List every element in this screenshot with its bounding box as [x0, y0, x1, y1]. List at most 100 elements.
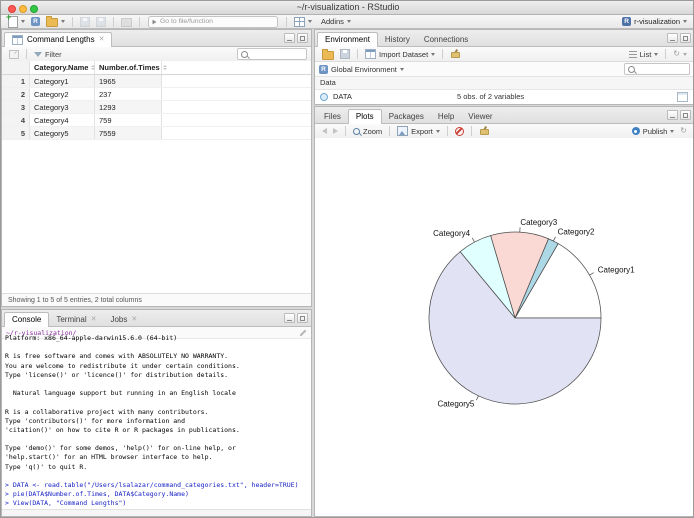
- tab-jobs[interactable]: Jobs ✕: [103, 313, 144, 326]
- maximize-panel-button[interactable]: [680, 110, 691, 120]
- tab-command-lengths[interactable]: Command Lengths ✕: [4, 32, 113, 47]
- dataframe-object-icon: [320, 92, 328, 101]
- tab-viewer[interactable]: Viewer: [461, 110, 499, 123]
- sort-icon: [162, 65, 167, 70]
- workspace-panes-button[interactable]: [291, 16, 315, 28]
- print-button[interactable]: [118, 16, 135, 28]
- table-row[interactable]: 2 Category2 237: [2, 88, 311, 101]
- r-environment-icon: R: [319, 64, 328, 74]
- plots-panel: Files Plots Packages Help Viewer Zoom Ex…: [314, 106, 693, 517]
- previous-plot-button[interactable]: [319, 125, 330, 137]
- table-row[interactable]: 4 Category4 759: [2, 114, 311, 127]
- tab-files[interactable]: Files: [317, 110, 348, 123]
- project-cube-icon: R: [31, 17, 40, 26]
- console-line: Platform: x86_64-apple-darwin15.6.0 (64-…: [5, 334, 178, 342]
- pie-label-Category3: Category3: [520, 218, 557, 227]
- console-tabbar: Console Terminal ✕ Jobs ✕: [2, 310, 311, 327]
- close-tab-icon[interactable]: ✕: [99, 33, 105, 47]
- viewer-search-input[interactable]: [237, 48, 307, 60]
- console-line: R is a collaborative project with many c…: [5, 407, 209, 416]
- console-output[interactable]: Platform: x86_64-apple-darwin15.6.0 (64-…: [2, 334, 311, 510]
- export-image-icon: [397, 126, 409, 136]
- load-workspace-button[interactable]: [319, 48, 337, 60]
- popout-view-button[interactable]: [6, 48, 22, 60]
- pie-label-Category5: Category5: [437, 399, 474, 408]
- table-row[interactable]: 1 Category1 1965: [2, 75, 311, 88]
- tab-console[interactable]: Console: [4, 312, 50, 327]
- clear-workspace-button[interactable]: [447, 48, 462, 60]
- refresh-environment-button[interactable]: ↻: [670, 48, 690, 60]
- minimize-panel-button[interactable]: [284, 33, 295, 43]
- tab-help[interactable]: Help: [431, 110, 461, 123]
- chevron-down-icon: [346, 20, 351, 23]
- save-workspace-button[interactable]: [337, 48, 353, 60]
- environment-search-input[interactable]: [624, 63, 690, 75]
- tab-connections[interactable]: Connections: [417, 33, 475, 46]
- new-file-button[interactable]: [5, 12, 28, 28]
- remove-plot-button[interactable]: [452, 125, 467, 137]
- toolbar-separator: [446, 126, 448, 136]
- project-menu-button[interactable]: R r-visualization: [622, 17, 691, 26]
- project-name: r-visualization: [634, 17, 680, 26]
- table-cell: 5: [2, 127, 30, 139]
- table-cell: 1965: [95, 75, 162, 87]
- close-tab-icon[interactable]: ✕: [91, 313, 97, 326]
- column-header-name[interactable]: Category.Name: [30, 61, 96, 74]
- list-view-button[interactable]: List: [626, 48, 662, 60]
- tab-history[interactable]: History: [378, 33, 417, 46]
- close-tab-icon[interactable]: ✕: [131, 313, 137, 326]
- plots-tabbar: Files Plots Packages Help Viewer: [315, 107, 693, 124]
- minimize-panel-button[interactable]: [667, 33, 678, 43]
- new-project-button[interactable]: R: [28, 16, 43, 28]
- open-file-button[interactable]: [43, 16, 68, 28]
- titlebar: ~/r-visualization - RStudio: [1, 1, 693, 15]
- environment-panel: Environment History Connections Import D…: [314, 29, 693, 105]
- environment-scope-row: R Global Environment: [315, 62, 693, 77]
- chevron-down-icon: [683, 20, 687, 23]
- column-header-times[interactable]: Number.of.Times: [95, 61, 167, 74]
- maximize-panel-button[interactable]: [297, 33, 308, 43]
- help-tab-label: Help: [437, 112, 455, 121]
- table-row[interactable]: 3 Category3 1293: [2, 101, 311, 114]
- scope-label[interactable]: Global Environment: [331, 65, 397, 74]
- filter-button[interactable]: Filter: [31, 48, 65, 60]
- tab-plots[interactable]: Plots: [347, 109, 382, 124]
- goto-file-function-input[interactable]: Go to file/function: [148, 15, 278, 28]
- next-plot-button[interactable]: [330, 125, 341, 137]
- tab-terminal[interactable]: Terminal ✕: [49, 313, 103, 326]
- publish-button[interactable]: Publish: [629, 125, 678, 137]
- pie-label-Category2: Category2: [558, 228, 595, 237]
- zoom-plot-button[interactable]: Zoom: [350, 125, 385, 137]
- zoom-icon: [353, 127, 360, 135]
- tab-environment[interactable]: Environment: [317, 32, 378, 47]
- table-cell: 759: [95, 114, 162, 126]
- table-row[interactable]: 5 Category5 7559: [2, 127, 311, 140]
- minimize-panel-button[interactable]: [284, 313, 295, 323]
- viewer-tab-label: Viewer: [468, 112, 493, 121]
- maximize-panel-button[interactable]: [680, 33, 691, 43]
- filter-icon: [34, 51, 42, 57]
- save-button[interactable]: [77, 16, 93, 28]
- import-dataset-button[interactable]: Import Dataset: [362, 48, 438, 60]
- view-table-icon[interactable]: [677, 91, 688, 102]
- clear-plots-button[interactable]: [476, 125, 491, 137]
- data-viewer-panel: Command Lengths ✕ Filter Category.Name N…: [1, 29, 312, 307]
- console-line: 'help.start()' for an HTML browser inter…: [5, 453, 213, 462]
- environment-object-row[interactable]: DATA 5 obs. of 2 variables: [315, 90, 693, 103]
- rownum-header[interactable]: [2, 61, 30, 74]
- maximize-panel-button[interactable]: [297, 313, 308, 323]
- tab-packages[interactable]: Packages: [382, 110, 431, 123]
- addins-button[interactable]: Addins: [315, 16, 354, 28]
- toolbar-separator: [113, 16, 114, 27]
- console-line: > View(DATA, "Command Lengths"): [5, 499, 127, 508]
- export-plot-button[interactable]: Export: [394, 125, 443, 137]
- console-scrollbar[interactable]: [2, 509, 311, 516]
- environment-tabbar: Environment History Connections: [315, 30, 693, 47]
- refresh-plot-button[interactable]: ↻: [677, 125, 690, 137]
- save-all-button[interactable]: [93, 16, 109, 28]
- connections-tab-label: Connections: [423, 35, 469, 44]
- print-icon: [121, 18, 132, 27]
- minimize-panel-button[interactable]: [667, 110, 678, 120]
